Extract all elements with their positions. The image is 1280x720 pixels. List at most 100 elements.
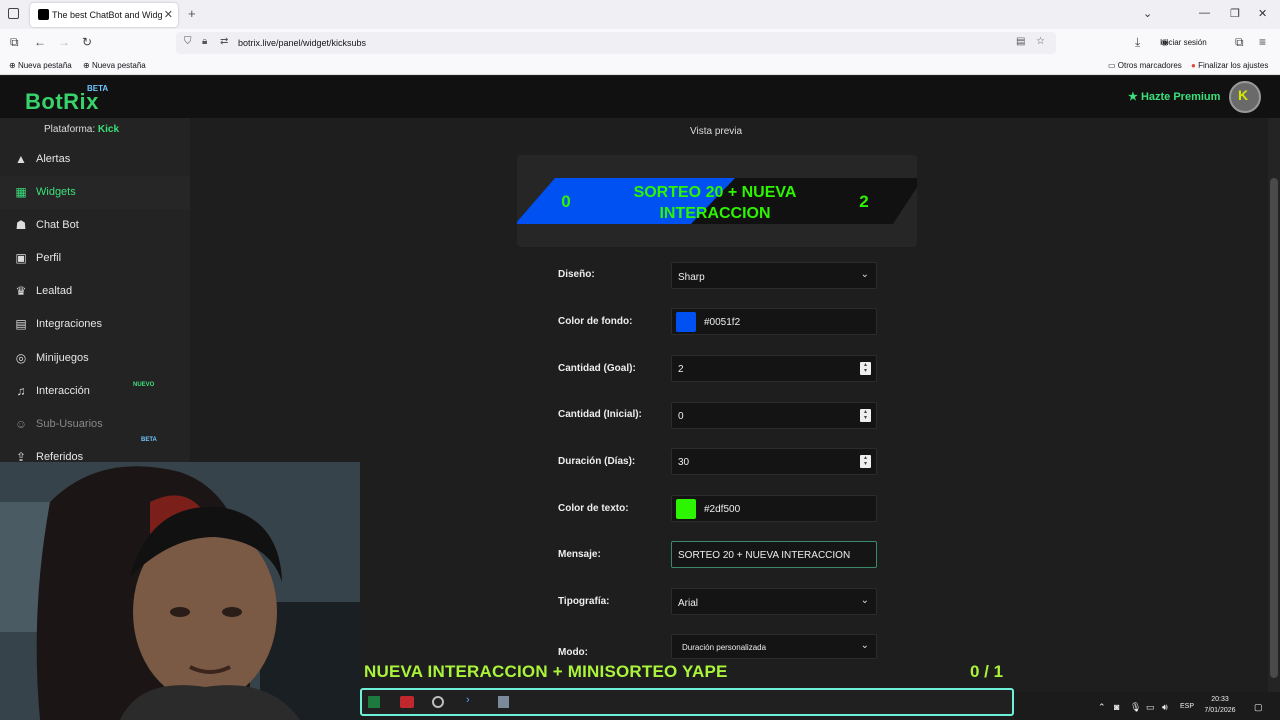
sidebar-item-label: Minijuegos — [36, 352, 89, 364]
botrix-favicon-icon — [38, 9, 49, 20]
bookmark-new-tab-2[interactable]: ⊕ Nueva pestaña — [83, 61, 146, 70]
reader-view-icon[interactable]: ▤ — [1016, 36, 1025, 47]
close-window-button[interactable]: ✕ — [1258, 7, 1267, 20]
goal-label: Cantidad (Goal): — [558, 363, 636, 374]
microphone-icon[interactable]: 🎙︎ — [1130, 702, 1141, 713]
design-label: Diseño: — [558, 269, 595, 280]
chevron-down-icon: ⌄ — [860, 269, 869, 280]
sidebar-item-integraciones[interactable]: ▤ Integraciones — [0, 308, 190, 341]
finish-settings-bookmark[interactable]: ● Finalizar los ajustes — [1191, 61, 1268, 70]
app-header: BotRix BETA ★ Hazte Premium K — [0, 76, 1280, 118]
sidebar-item-label: Alertas — [36, 153, 71, 165]
avatar[interactable]: K — [1229, 81, 1261, 113]
scrollbar-thumb[interactable] — [1270, 178, 1278, 678]
sidebar-item-perfil[interactable]: ▣ Perfil — [0, 242, 190, 275]
spinner-icon[interactable]: ▴ ▾ — [860, 362, 871, 375]
sidebar-item-lealtad[interactable]: ♛ Lealtad — [0, 275, 190, 308]
beta-badge: BETA — [87, 84, 109, 93]
taskbar-clock[interactable]: 20:33 7/01/2026 — [1200, 694, 1240, 716]
font-value: Arial — [678, 598, 699, 609]
preview-message-line-1: SORTEO 20 + NUEVA — [634, 184, 797, 201]
calculator-taskbar-icon[interactable] — [498, 696, 509, 708]
music-icon: ♫ — [16, 384, 26, 398]
sidebar-item-label: Perfil — [36, 252, 62, 264]
downloads-icon[interactable]: ⤓ — [1135, 35, 1140, 50]
design-select[interactable]: Sharp ⌄ — [671, 262, 877, 289]
sidebar-item-alertas[interactable]: ▲ Alertas — [0, 143, 190, 176]
sidebar-item-minijuegos[interactable]: ◎ Minijuegos — [0, 342, 190, 375]
lock-icon[interactable]: 🔒︎ — [202, 36, 207, 47]
terminal-taskbar-icon[interactable]: › — [466, 694, 470, 706]
volume-icon[interactable]: 🔊︎ — [1162, 702, 1168, 713]
duration-input[interactable]: 30 ▴ ▾ — [671, 448, 877, 475]
goal-input[interactable]: 2 ▴ ▾ — [671, 355, 877, 382]
tab-overflow-chevron-icon[interactable]: ⌄ — [1143, 7, 1152, 20]
duration-value: 30 — [678, 457, 690, 468]
spinner-icon[interactable]: ▴ ▾ — [860, 409, 871, 422]
new-badge: NUEVO — [133, 382, 155, 388]
chevron-down-icon: ⌄ — [860, 595, 869, 606]
tray-chevron-up-icon[interactable]: ⌃ — [1098, 702, 1106, 713]
restore-button[interactable]: ❐ — [1230, 7, 1240, 20]
premium-button[interactable]: ★ Hazte Premium — [1128, 90, 1220, 103]
shield-icon[interactable]: ⛉ — [184, 36, 192, 47]
clock-date: 7/01/2026 — [1204, 707, 1236, 714]
language-indicator[interactable]: ESP — [1180, 703, 1194, 710]
app-taskbar-icon[interactable] — [400, 696, 414, 708]
preview-goal-value: 2 — [859, 192, 868, 211]
new-tab-button[interactable]: + — [188, 6, 196, 21]
initial-input[interactable]: 0 ▴ ▾ — [671, 402, 877, 429]
stream-overlay-count: 0 / 1 — [970, 662, 1004, 681]
browser-tab[interactable]: The best ChatBot and Widgets ✕ — [30, 3, 178, 27]
menu-icon[interactable]: ≡ — [1259, 35, 1266, 49]
tab-title: The best ChatBot and Widgets — [52, 10, 162, 20]
page-scrollbar[interactable] — [1268, 118, 1280, 692]
sidebar-item-label: Integraciones — [36, 318, 103, 330]
sidebar-item-label: Chat Bot — [36, 219, 79, 231]
preview-message-line-2: INTERACCION — [659, 205, 770, 222]
tab-list-icon[interactable] — [8, 8, 19, 19]
webcam-overlay — [0, 462, 360, 720]
obs-taskbar-icon[interactable] — [432, 696, 444, 708]
users-icon: ☺ — [14, 417, 28, 431]
duration-label: Duración (Días): — [558, 456, 636, 467]
network-icon[interactable]: ▭ — [1146, 702, 1155, 713]
close-tab-icon[interactable]: ✕ — [164, 8, 173, 21]
tray-app-icon[interactable]: ◙ — [1114, 702, 1119, 712]
address-bar[interactable]: ⛉ 🔒︎ ⇄ botrix.live/panel/widget/kicksubs… — [176, 32, 1056, 54]
spinner-icon[interactable]: ▴ ▾ — [860, 455, 871, 468]
text-color-field[interactable]: #2df500 — [671, 495, 877, 522]
sidebar-item-label: Widgets — [36, 186, 76, 198]
sidebar-toggle-icon[interactable]: ⧉ — [10, 35, 19, 50]
extensions-icon[interactable]: ⧉ — [1235, 35, 1244, 50]
permissions-icon[interactable]: ⇄ — [220, 36, 228, 47]
signin-button[interactable]: Iniciar sesión — [1160, 38, 1207, 47]
trophy-icon: ♛ — [15, 284, 27, 298]
other-bookmarks[interactable]: ▭ Otros marcadores — [1108, 61, 1182, 70]
sidebar-item-interaccion[interactable]: ♫ Interacción NUEVO — [0, 375, 190, 408]
notification-icon[interactable]: ▢ — [1254, 702, 1263, 713]
windows-taskbar-tray: ⌃ ◙ 🎙︎ ▭ 🔊︎ ESP ▢ — [1014, 692, 1280, 720]
bg-color-field[interactable]: #0051f2 — [671, 308, 877, 335]
bookmark-label: Otros marcadores — [1117, 61, 1182, 70]
forward-button[interactable]: → — [58, 35, 70, 49]
premium-label: Hazte Premium — [1140, 91, 1221, 103]
url-text[interactable]: botrix.live/panel/widget/kicksubs — [238, 38, 366, 48]
message-input[interactable]: SORTEO 20 + NUEVA INTERACCION — [671, 541, 877, 568]
reload-button[interactable]: ↻ — [82, 35, 92, 49]
sidebar-item-chat-bot[interactable]: ☗ Chat Bot — [0, 209, 190, 242]
sidebar-item-sub-usuarios[interactable]: ☺ Sub-Usuarios — [0, 408, 190, 441]
mode-value: Duración personalizada — [682, 643, 767, 652]
minimize-button[interactable]: — — [1199, 7, 1210, 19]
bookmark-new-tab-1[interactable]: ⊕ Nueva pestaña — [9, 61, 72, 70]
gamepad-icon: ◎ — [15, 351, 27, 365]
excel-taskbar-icon[interactable] — [368, 696, 380, 708]
font-select[interactable]: Arial ⌄ — [671, 588, 877, 615]
bg-color-swatch[interactable] — [676, 312, 696, 332]
text-color-swatch[interactable] — [676, 499, 696, 519]
back-button[interactable]: ← — [34, 35, 46, 49]
mode-select[interactable]: Duración personalizada ⌄ — [671, 634, 877, 659]
sidebar-item-widgets[interactable]: ▦ Widgets — [0, 176, 190, 209]
bookmark-label: Nueva pestaña — [17, 61, 72, 70]
bookmark-star-icon[interactable]: ☆ — [1036, 36, 1045, 47]
